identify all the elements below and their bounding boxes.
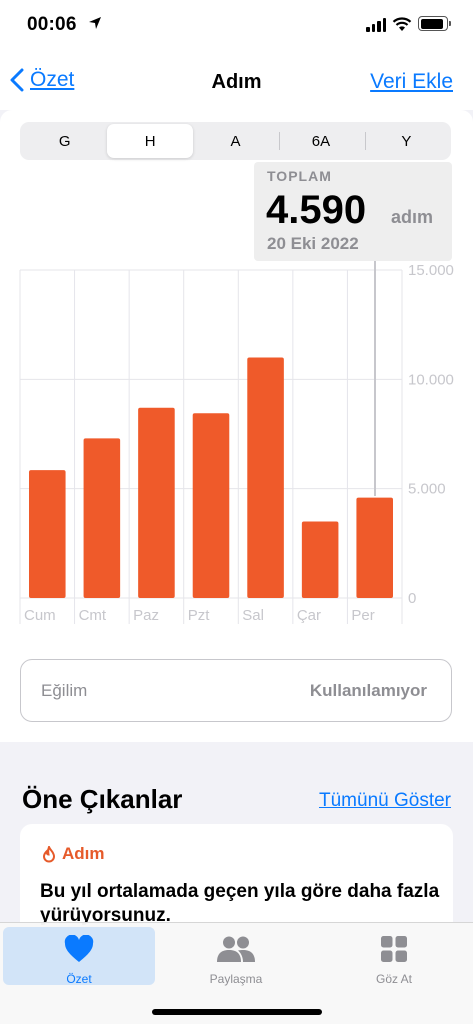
- grid-icon: [381, 936, 407, 962]
- tab-summary[interactable]: Özet: [3, 927, 155, 986]
- trend-value: Kullanılamıyor: [309, 681, 427, 700]
- segment-label: A: [230, 132, 241, 150]
- tab-sharing[interactable]: Paylaşma: [160, 927, 312, 986]
- chart-bar[interactable]: [29, 470, 66, 598]
- chart-bar[interactable]: [247, 357, 284, 598]
- y-tick-label: 15.000: [408, 262, 454, 279]
- navigation-bar: Özet Adım Veri Ekle: [0, 54, 473, 110]
- flame-icon: [42, 845, 56, 862]
- y-tick-label: 5.000: [408, 481, 446, 498]
- y-tick-label: 0: [408, 590, 416, 607]
- y-tick-label: 10.000: [408, 371, 454, 388]
- x-tick-label: Pzt: [188, 607, 211, 624]
- location-arrow-icon: [89, 17, 101, 29]
- x-tick-label: Çar: [297, 607, 321, 624]
- x-tick-label: Cmt: [79, 607, 107, 624]
- highlight-text: Bu yıl ortalamada geçen yıla göre daha f…: [40, 881, 440, 926]
- highlight-category-label: Adım: [62, 844, 105, 863]
- segment-divider: [365, 132, 366, 150]
- x-tick-label: Paz: [133, 607, 159, 624]
- segment-six-months[interactable]: 6A: [278, 124, 363, 158]
- wifi-icon: [392, 17, 412, 31]
- add-data-button[interactable]: Veri Ekle: [370, 70, 453, 94]
- selection-callout: TOPLAM 4.590 adım 20 Eki 2022: [254, 162, 452, 261]
- tab-browse[interactable]: Göz At: [318, 927, 470, 986]
- heart-icon: [64, 935, 94, 962]
- callout-unit: adım: [391, 207, 434, 227]
- trend-label: Eğilim: [41, 681, 88, 700]
- segment-label: H: [144, 132, 156, 150]
- x-tick-label: Sal: [242, 607, 264, 624]
- home-indicator: [152, 1009, 322, 1015]
- chart-bar[interactable]: [138, 407, 175, 598]
- segment-label: 6A: [311, 132, 331, 150]
- segment-divider: [279, 132, 280, 150]
- chart-bar[interactable]: [192, 413, 230, 598]
- segment-label: Y: [401, 132, 412, 150]
- people-icon: [217, 936, 255, 962]
- tab-label: Göz At: [375, 972, 413, 986]
- battery-icon: [418, 16, 451, 31]
- x-tick-label: Per: [351, 607, 374, 624]
- segment-month[interactable]: A: [193, 124, 278, 158]
- segment-week[interactable]: H: [107, 124, 193, 158]
- show-all-link[interactable]: Tümünü Göster: [319, 790, 451, 812]
- selection-indicator-line: [374, 261, 376, 496]
- callout-date: 20 Eki 2022: [267, 234, 359, 253]
- trend-row[interactable]: Eğilim Kullanılamıyor: [20, 659, 452, 722]
- tab-label: Özet: [66, 972, 92, 986]
- callout-label: TOPLAM: [267, 168, 332, 184]
- highlights-title: Öne Çıkanlar: [22, 784, 183, 814]
- chart-bar[interactable]: [83, 438, 121, 598]
- segment-day[interactable]: G: [22, 124, 107, 158]
- x-tick-label: Cum: [24, 607, 56, 624]
- steps-panel: 0 5.000 10.000 15.000 Cum Cmt Paz Pzt Sal Çar Per …: [0, 110, 473, 742]
- callout-value: 4.590: [266, 188, 367, 232]
- tab-bar: Özet Paylaşma Göz At: [0, 922, 473, 1024]
- tab-label: Paylaşma: [209, 972, 263, 986]
- highlight-category: Adım: [42, 844, 105, 864]
- status-bar: 00:06: [0, 0, 473, 54]
- segment-label: G: [58, 132, 71, 150]
- segment-year[interactable]: Y: [364, 124, 449, 158]
- cellular-signal-icon: [366, 18, 386, 32]
- status-time: 00:06: [27, 14, 77, 35]
- chart-bar[interactable]: [356, 497, 393, 598]
- chart-bar[interactable]: [301, 521, 339, 598]
- time-range-control: G H A 6A Y: [20, 122, 451, 160]
